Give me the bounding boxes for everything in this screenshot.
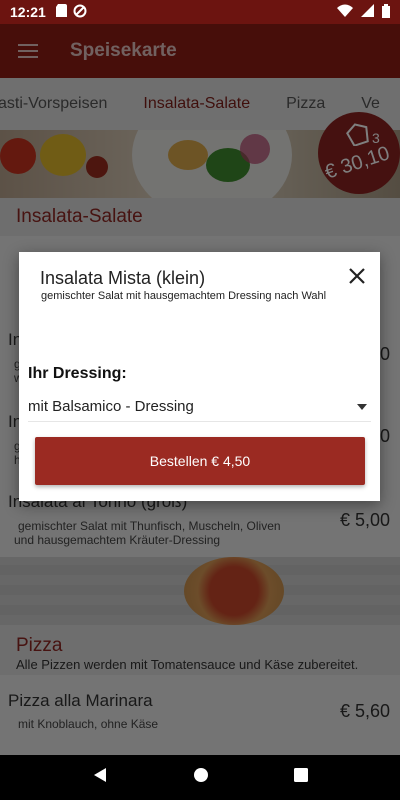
back-button[interactable]: [92, 767, 108, 788]
status-time: 12:21: [10, 4, 46, 20]
recents-button[interactable]: [293, 768, 308, 787]
order-button[interactable]: Bestellen € 4,50: [35, 437, 365, 485]
battery-icon: [382, 3, 390, 21]
dressing-value: mit Balsamico - Dressing: [28, 398, 194, 415]
dressing-label: Ihr Dressing:: [28, 365, 127, 382]
sd-card-icon: [55, 4, 67, 20]
system-nav-bar: [0, 755, 400, 800]
recents-icon: [293, 768, 308, 782]
home-button[interactable]: [193, 767, 209, 788]
dropdown-arrow-icon: [357, 404, 367, 410]
dialog-title: Insalata Mista (klein): [40, 268, 206, 288]
data-saver-icon: [73, 4, 87, 21]
back-icon: [94, 768, 107, 782]
status-bar: 12:21: [0, 0, 400, 24]
home-icon: [193, 768, 208, 782]
dialog-subtitle: gemischter Salat mit hausgemachtem Dress…: [41, 290, 327, 302]
wifi-icon: [337, 4, 353, 20]
close-icon: [349, 268, 365, 284]
dressing-select[interactable]: mit Balsamico - Dressing: [28, 394, 371, 422]
order-dialog: Insalata Mista (klein) gemischter Salat …: [19, 252, 380, 501]
signal-icon: [361, 4, 374, 20]
close-button[interactable]: [345, 264, 369, 288]
